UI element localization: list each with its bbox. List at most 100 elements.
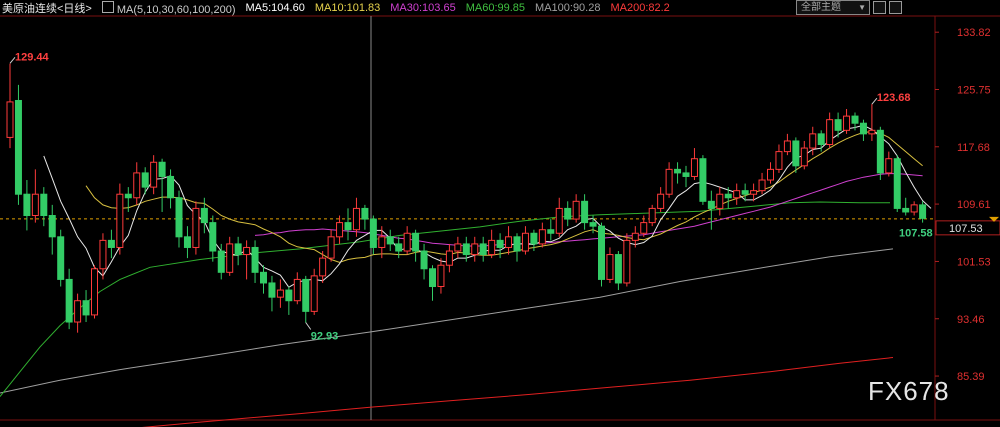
candle-down[interactable] (851, 115, 859, 124)
candle-down[interactable] (817, 133, 825, 146)
candle-up[interactable] (631, 232, 639, 241)
candle-up[interactable] (783, 140, 791, 153)
candle-down[interactable] (344, 222, 352, 231)
candle-down[interactable] (65, 278, 73, 323)
candle-down[interactable] (361, 207, 369, 220)
candle-down[interactable] (107, 239, 115, 248)
candle-up[interactable] (150, 161, 158, 188)
candle-up[interactable] (192, 207, 200, 248)
candle-up[interactable] (665, 168, 673, 195)
candle-down[interactable] (429, 268, 436, 288)
candle-up[interactable] (116, 193, 124, 248)
candle-down[interactable] (479, 243, 487, 256)
candle-down[interactable] (57, 236, 65, 280)
candle-up[interactable] (572, 200, 580, 220)
candle-up[interactable] (640, 222, 648, 234)
candle-up[interactable] (826, 119, 834, 146)
candle-down[interactable] (82, 300, 90, 316)
candle-up[interactable] (310, 275, 318, 312)
candle-down[interactable] (183, 236, 191, 248)
candle-down[interactable] (614, 254, 622, 284)
candle-up[interactable] (657, 193, 665, 209)
candle-up[interactable] (437, 264, 445, 288)
candle-down[interactable] (268, 282, 276, 298)
candle-down[interactable] (674, 168, 682, 174)
candle-down[interactable] (589, 222, 597, 227)
candle-up[interactable] (555, 207, 563, 234)
candle-up[interactable] (445, 250, 453, 266)
candle-down[interactable] (919, 204, 927, 219)
candle-down[interactable] (141, 172, 149, 188)
candle-up[interactable] (767, 168, 774, 181)
candle-down[interactable] (412, 232, 420, 252)
candle-up[interactable] (606, 254, 614, 280)
candle-down[interactable] (395, 243, 403, 252)
candle-up[interactable] (319, 257, 327, 277)
candle-up[interactable] (226, 243, 234, 273)
candle-down[interactable] (530, 232, 538, 245)
candle-down[interactable] (598, 225, 605, 280)
candle-up[interactable] (91, 268, 98, 316)
candle-up[interactable] (243, 246, 251, 256)
candle-up[interactable] (800, 147, 808, 167)
candle-down[interactable] (902, 207, 910, 213)
candle-up[interactable] (99, 239, 107, 270)
candle-up[interactable] (471, 243, 479, 256)
candle-up[interactable] (336, 222, 344, 238)
candle-down[interactable] (564, 207, 572, 220)
candle-up[interactable] (885, 158, 893, 174)
candle-down[interactable] (40, 193, 48, 217)
candle-up[interactable] (750, 190, 758, 195)
candle-down[interactable] (209, 222, 217, 252)
candle-down[interactable] (124, 193, 132, 199)
candle-down[interactable] (462, 243, 470, 256)
candle-up[interactable] (31, 193, 39, 217)
candle-down[interactable] (699, 158, 707, 202)
candle-up[interactable] (293, 278, 301, 302)
candle-up[interactable] (843, 115, 851, 131)
candle-up[interactable] (6, 101, 14, 138)
candle-up[interactable] (74, 300, 82, 323)
candle-down[interactable] (859, 122, 867, 135)
candle-down[interactable] (285, 289, 293, 302)
candle-up[interactable] (327, 236, 335, 259)
candle-down[interactable] (707, 200, 715, 209)
candle-up[interactable] (276, 289, 284, 298)
candle-down[interactable] (386, 236, 394, 245)
candle-up[interactable] (403, 232, 411, 252)
candle-down[interactable] (14, 99, 22, 195)
candle-down[interactable] (251, 246, 259, 273)
candle-down[interactable] (792, 140, 800, 167)
candle-down[interactable] (48, 215, 56, 238)
candle-up[interactable] (538, 229, 546, 245)
candle-down[interactable] (175, 197, 183, 238)
candle-down[interactable] (547, 229, 555, 234)
candle-up[interactable] (505, 236, 513, 248)
candle-down[interactable] (217, 250, 225, 273)
candle-down[interactable] (893, 158, 901, 209)
candle-down[interactable] (496, 239, 504, 248)
candle-up[interactable] (623, 239, 631, 284)
candlestick-chart[interactable]: 133.82 125.75 117.68 109.61 101.53 93.46 85.39… (0, 0, 1000, 427)
candle-down[interactable] (158, 161, 166, 177)
candle-down[interactable] (234, 243, 242, 256)
candle-up[interactable] (454, 243, 462, 252)
candle-down[interactable] (302, 278, 310, 312)
candle-up[interactable] (521, 232, 529, 252)
candle-up[interactable] (809, 133, 817, 149)
candle-up[interactable] (758, 179, 766, 192)
candle-up[interactable] (733, 190, 741, 199)
candle-up[interactable] (775, 151, 783, 170)
candle-up[interactable] (716, 193, 724, 209)
candle-down[interactable] (167, 175, 175, 199)
candle-up[interactable] (648, 207, 656, 224)
candle-up[interactable] (378, 236, 386, 248)
candle-down[interactable] (724, 193, 732, 199)
candle-down[interactable] (23, 193, 31, 217)
candle-down[interactable] (834, 119, 842, 131)
candle-up[interactable] (868, 129, 876, 135)
candle-up[interactable] (910, 204, 918, 213)
candle-down[interactable] (741, 190, 749, 195)
candle-up[interactable] (133, 172, 141, 199)
candle-up[interactable] (488, 239, 496, 256)
